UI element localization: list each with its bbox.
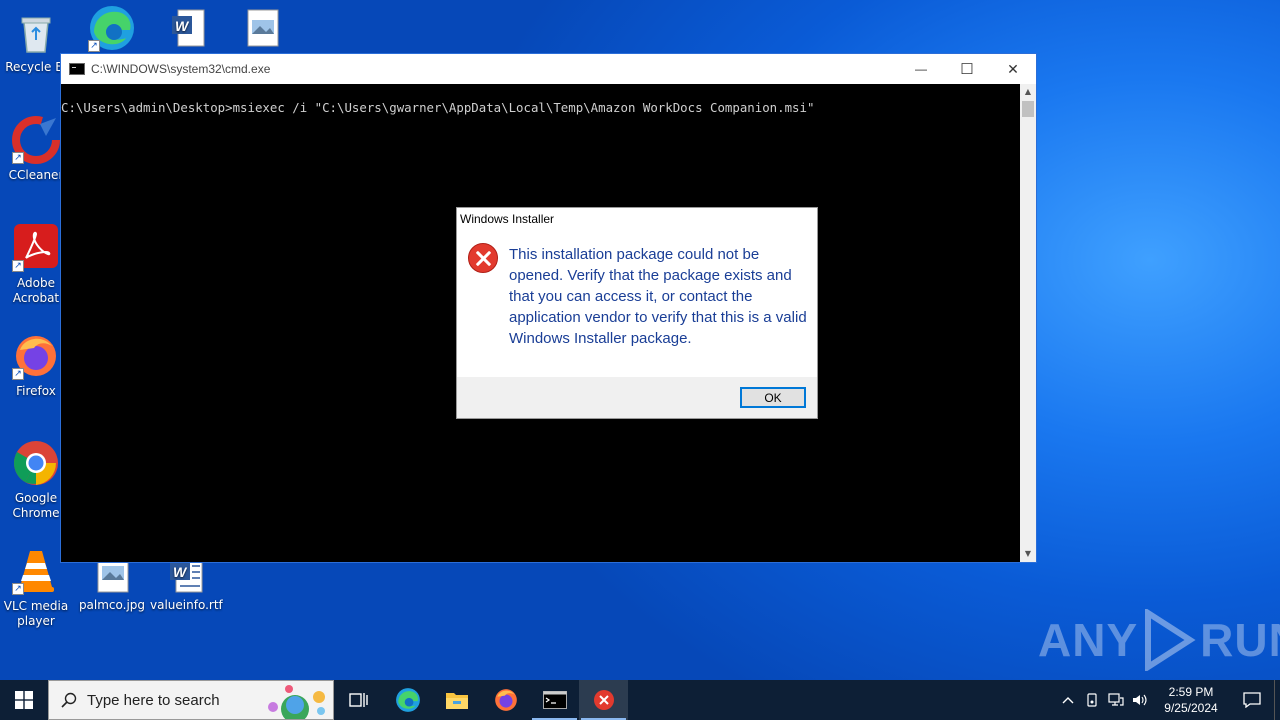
search-highlight-icon (268, 685, 325, 719)
scroll-down-icon[interactable]: ▼ (1020, 546, 1036, 562)
taskbar-cmd[interactable] (530, 680, 579, 720)
edge-icon (395, 688, 420, 712)
adobe-acrobat-icon: ↗ (12, 224, 60, 272)
ok-button[interactable]: OK (740, 387, 806, 408)
scroll-up-icon[interactable]: ▲ (1020, 84, 1036, 100)
shortcut-arrow-icon: ↗ (12, 152, 24, 164)
svg-text:W: W (173, 564, 188, 580)
notifications-button[interactable] (1230, 692, 1274, 708)
shortcut-arrow-icon: ↗ (12, 368, 24, 380)
search-placeholder: Type here to search (87, 691, 220, 709)
dialog-message: This installation package could not be o… (509, 246, 807, 347)
system-tray: 2:59 PM 9/25/2024 (1056, 680, 1280, 720)
device-icon[interactable] (1080, 693, 1104, 707)
notification-icon (1243, 692, 1261, 708)
desktop-icon-label: valueinfo.rtf (150, 598, 223, 612)
dialog-title: Windows Installer (460, 212, 555, 226)
recycle-bin-icon (12, 8, 60, 56)
cmd-window-title: C:\WINDOWS\system32\cmd.exe (91, 62, 271, 76)
close-button[interactable]: ✕ (990, 54, 1036, 84)
windows-installer-dialog[interactable]: Windows Installer This installation pack… (456, 207, 818, 419)
ccleaner-icon: ↗ (12, 116, 60, 164)
taskbar-file-explorer[interactable] (432, 680, 481, 720)
windows-logo-icon (15, 691, 33, 709)
svg-text:W: W (175, 18, 190, 34)
error-icon (468, 243, 498, 273)
desktop-icon-label: palmco.jpg (78, 598, 146, 612)
chevron-up-icon[interactable] (1056, 696, 1080, 704)
desktop-icon-edge[interactable]: ↗ (76, 4, 148, 56)
task-view-button[interactable] (334, 680, 383, 720)
desktop-icon-word-doc[interactable]: W (150, 8, 222, 52)
taskbar-clock[interactable]: 2:59 PM 9/25/2024 (1152, 684, 1230, 716)
maximize-button[interactable]: ☐ (944, 54, 990, 84)
anyrun-watermark: ANY RUN (1038, 608, 1280, 672)
cmd-app-icon (69, 63, 85, 75)
desktop-icon-palmco[interactable]: palmco.jpg (76, 556, 148, 613)
scrollbar-thumb[interactable] (1022, 101, 1034, 117)
shortcut-arrow-icon: ↗ (12, 260, 24, 272)
cmd-titlebar[interactable]: C:\WINDOWS\system32\cmd.exe — ☐ ✕ (61, 54, 1036, 84)
volume-icon[interactable] (1128, 693, 1152, 707)
taskbar: Type here to search 2:59 PM 9/25/2024 (0, 680, 1280, 720)
desktop-icon-label: VLC media player (3, 599, 69, 628)
watermark-text-right: RUN (1200, 614, 1280, 666)
folder-icon (445, 693, 468, 709)
shortcut-arrow-icon: ↗ (88, 40, 100, 52)
play-logo-icon (1145, 609, 1196, 671)
vlc-icon: ↗ (12, 547, 60, 595)
taskbar-firefox[interactable] (481, 680, 530, 720)
search-icon (61, 692, 77, 708)
dialog-content: This installation package could not be o… (457, 230, 817, 378)
chrome-icon (12, 439, 60, 487)
cmd-icon (542, 691, 567, 709)
taskbar-windows-installer[interactable] (579, 680, 628, 720)
clock-date: 9/25/2024 (1164, 701, 1218, 715)
show-desktop-button[interactable] (1274, 680, 1280, 720)
desktop-icon-image-file[interactable] (226, 8, 298, 52)
shortcut-arrow-icon: ↗ (12, 583, 24, 595)
taskbar-edge[interactable] (383, 680, 432, 720)
taskbar-search-box[interactable]: Type here to search (48, 680, 334, 720)
firefox-icon (494, 689, 517, 711)
error-icon (593, 690, 614, 710)
console-line: C:\Users\admin\Desktop>msiexec /i "C:\Us… (61, 100, 815, 115)
clock-time: 2:59 PM (1168, 685, 1214, 699)
vertical-scrollbar[interactable]: ▲ ▼ (1020, 84, 1036, 562)
minimize-button[interactable]: — (898, 54, 944, 84)
network-icon[interactable] (1104, 693, 1128, 707)
task-view-icon (348, 693, 368, 707)
image-file-icon (238, 8, 286, 48)
desktop-icon-valueinfo[interactable]: W valueinfo.rtf (150, 556, 223, 613)
watermark-text-left: ANY (1038, 614, 1139, 666)
dialog-footer: OK (457, 377, 817, 418)
firefox-icon: ↗ (12, 332, 60, 380)
start-button[interactable] (0, 680, 48, 720)
edge-icon: ↗ (88, 4, 136, 52)
word-document-icon: W (162, 8, 210, 48)
